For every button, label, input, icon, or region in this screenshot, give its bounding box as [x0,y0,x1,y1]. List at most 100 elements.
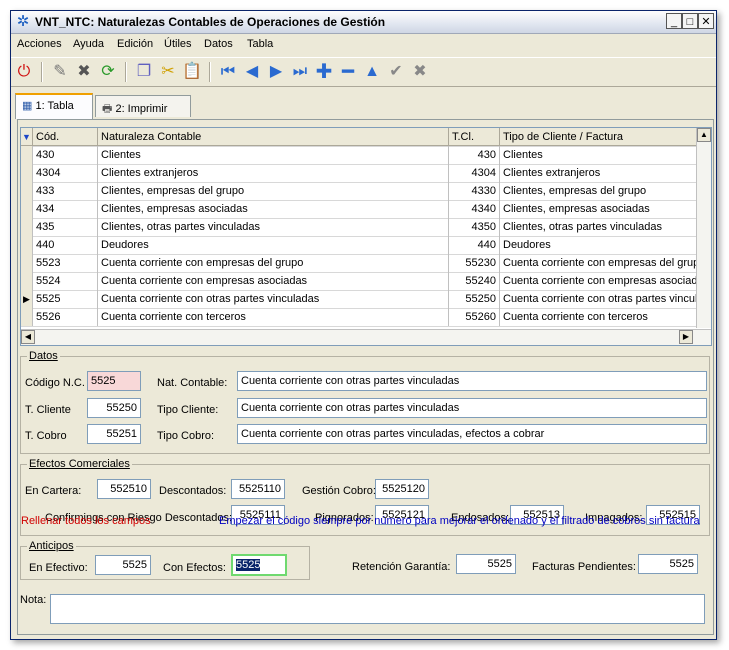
retencion-field[interactable]: 5525 [456,554,516,574]
cell-nat[interactable]: Cuenta corriente con terceros [98,308,449,326]
cell-cod[interactable]: 440 [33,236,98,254]
table-row[interactable]: 5523 Cuenta corriente con empresas del gr… [21,254,697,273]
cell-tcl[interactable]: 4330 [449,182,500,200]
records-grid[interactable]: ▼ Cód. Naturaleza Contable T.Cl. Tipo de… [20,127,712,346]
table-row[interactable]: 434 Clientes, empresas asociadas 4340 Clien… [21,200,697,219]
gestion-field[interactable]: 5525120 [375,479,429,499]
menu-ayuda[interactable]: Ayuda [73,38,104,50]
tipocobro-field[interactable]: Cuenta corriente con otras partes vincul… [237,424,707,444]
cell-tcl[interactable]: 55250 [449,290,500,308]
paste-icon[interactable]: 📋 [181,61,203,83]
refresh-icon[interactable]: ⟳ [97,61,119,83]
tipocliente-field[interactable]: Cuenta corriente con otras partes vincul… [237,398,707,418]
cell-tipo[interactable]: Cuenta corriente con empresas del grupo [500,254,697,272]
facturas-field[interactable]: 5525 [638,554,698,574]
menu-tabla[interactable]: Tabla [247,38,273,50]
tcobro-field[interactable]: 55251 [87,424,141,444]
cell-tipo[interactable]: Clientes, empresas del grupo [500,182,697,200]
cell-nat[interactable]: Cuenta corriente con otras partes vincul… [98,290,449,308]
table-row[interactable]: 430 Clientes 430 Clientes [21,146,697,165]
tab-imprimir[interactable]: 🖶 2: Imprimir [95,95,191,117]
delete-icon[interactable]: ✖ [73,61,95,83]
cell-tcl[interactable]: 430 [449,146,500,164]
menu-edicion[interactable]: Edición [117,38,153,50]
table-row[interactable]: ▶ 5525 Cuenta corriente con otras partes v… [21,290,697,309]
tcliente-field[interactable]: 55250 [87,398,141,418]
cell-tcl[interactable]: 55240 [449,272,500,290]
efectivo-field[interactable]: 5525 [95,555,151,575]
scroll-up-icon[interactable]: ▲ [697,128,711,142]
table-row[interactable]: 5526 Cuenta corriente con terceros 55260 Cu… [21,308,697,327]
tab-tabla[interactable]: ▦ 1: Tabla [15,93,93,119]
cut-icon[interactable]: ✂ [157,61,179,83]
table-row[interactable]: 4304 Clientes extranjeros 4304 Clientes ext… [21,164,697,183]
cell-nat[interactable]: Clientes, empresas asociadas [98,200,449,218]
table-row[interactable]: 5524 Cuenta corriente con empresas asocia… [21,272,697,291]
cancel-icon[interactable]: ✖ [409,61,431,83]
cell-cod[interactable]: 5526 [33,308,98,326]
con-efectos-field[interactable]: 5525 [231,554,287,576]
edit-icon[interactable]: ▲ [361,61,383,83]
cell-tipo[interactable]: Deudores [500,236,697,254]
close-button[interactable]: ✕ [698,13,714,29]
cell-tcl[interactable]: 55260 [449,308,500,326]
print-check-icon[interactable]: ✎ [49,61,71,83]
cell-tipo[interactable]: Clientes, empresas asociadas [500,200,697,218]
cell-nat[interactable]: Clientes, otras partes vinculadas [98,218,449,236]
table-row[interactable]: 435 Clientes, otras partes vinculadas 4350… [21,218,697,237]
cell-tipo[interactable]: Clientes extranjeros [500,164,697,182]
cell-tipo[interactable]: Cuenta corriente con terceros [500,308,697,326]
cell-tipo[interactable]: Clientes [500,146,697,164]
cell-cod[interactable]: 5524 [33,272,98,290]
cell-tipo[interactable]: Cuenta corriente con empresas asociadas [500,272,697,290]
table-row[interactable]: 433 Clientes, empresas del grupo 4330 Clien… [21,182,697,201]
cell-nat[interactable]: Clientes extranjeros [98,164,449,182]
cell-tcl[interactable]: 55230 [449,254,500,272]
cell-tcl[interactable]: 4350 [449,218,500,236]
cell-nat[interactable]: Deudores [98,236,449,254]
cell-cod[interactable]: 434 [33,200,98,218]
scroll-right-icon[interactable]: ▶ [679,330,693,344]
cell-nat[interactable]: Clientes, empresas del grupo [98,182,449,200]
codigo-field[interactable]: 5525 [87,371,141,391]
cell-cod[interactable]: 5523 [33,254,98,272]
horizontal-scrollbar[interactable]: ◀ ▶ [21,329,711,345]
menu-utiles[interactable]: Útiles [164,38,192,50]
cell-nat[interactable]: Cuenta corriente con empresas asociadas [98,272,449,290]
cell-nat[interactable]: Cuenta corriente con empresas del grupo [98,254,449,272]
col-cod[interactable]: Cód. [33,128,98,146]
scroll-left-icon[interactable]: ◀ [21,330,35,344]
menu-acciones[interactable]: Acciones [17,38,62,50]
last-record-icon[interactable]: ⏭ [289,61,311,83]
first-record-icon[interactable]: ⏮ [217,61,239,83]
prior-record-icon[interactable]: ◀ [241,61,263,83]
cell-cod[interactable]: 435 [33,218,98,236]
cell-cod[interactable]: 430 [33,146,98,164]
cell-tcl[interactable]: 4340 [449,200,500,218]
maximize-button[interactable]: □ [682,13,698,29]
nat-field[interactable]: Cuenta corriente con otras partes vincul… [237,371,707,391]
post-icon[interactable]: ✔ [385,61,407,83]
cell-cod[interactable]: 433 [33,182,98,200]
table-row[interactable]: 440 Deudores 440 Deudores [21,236,697,255]
cell-tcl[interactable]: 4304 [449,164,500,182]
insert-icon[interactable]: ✚ [313,61,335,83]
cell-cod[interactable]: 4304 [33,164,98,182]
cell-tcl[interactable]: 440 [449,236,500,254]
minimize-button[interactable]: _ [666,13,682,29]
col-tipo[interactable]: Tipo de Cliente / Factura [500,128,697,146]
copy-icon[interactable]: ❐ [133,61,155,83]
cell-tipo[interactable]: Cuenta corriente con otras partes vincul… [500,290,697,308]
en-cartera-field[interactable]: 552510 [97,479,151,499]
power-icon[interactable]: ⏻ [13,61,35,83]
next-record-icon[interactable]: ▶ [265,61,287,83]
menu-datos[interactable]: Datos [204,38,233,50]
nota-field[interactable] [50,594,705,624]
cell-cod[interactable]: 5525 [33,290,98,308]
remove-icon[interactable]: ━ [337,61,359,83]
cell-tipo[interactable]: Clientes, otras partes vinculadas [500,218,697,236]
cell-nat[interactable]: Clientes [98,146,449,164]
col-tcl[interactable]: T.Cl. [449,128,500,146]
vertical-scrollbar[interactable]: ▲ [696,128,711,328]
descontados-field[interactable]: 5525110 [231,479,285,499]
